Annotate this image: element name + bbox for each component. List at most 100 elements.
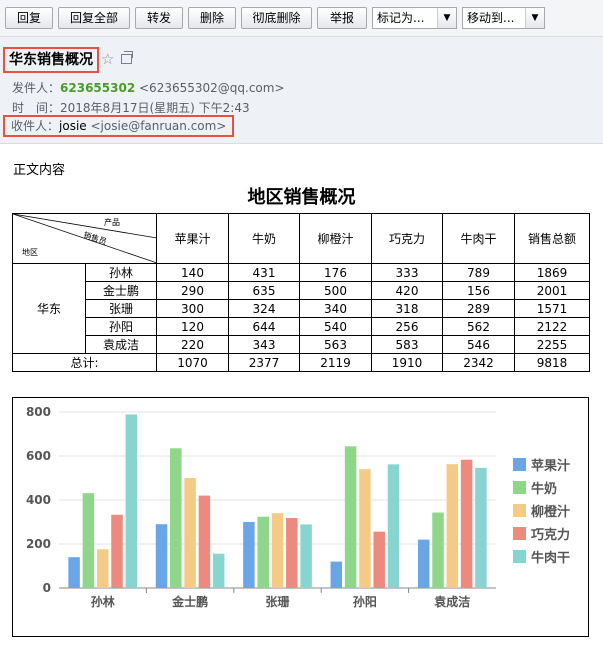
salesperson-cell: 张珊 [85,299,157,318]
salesperson-cell: 孙阳 [85,317,157,336]
legend-label: 苹果汁 [531,458,570,474]
sender-address: <623655302@qq.com> [139,81,285,95]
bar [359,469,371,588]
recipient-name[interactable]: josie [59,119,87,133]
chevron-down-icon: ▼ [437,8,456,28]
x-tick-label: 金士鹏 [171,594,208,609]
time-line: 时 间：2018年8月17日(星期五) 下午2:43 [12,100,250,116]
legend-label: 巧克力 [531,527,570,543]
bar [460,459,473,588]
legend-swatch [513,527,526,540]
move-to-select[interactable]: 移动到... ▼ [462,7,545,29]
toolbar: 回复 回复全部 转发 删除 彻底删除 举报 标记为... ▼ 移动到... ▼ [0,0,603,37]
legend-swatch [513,481,526,494]
recipient-address: <josie@fanruan.com> [90,119,227,133]
legend-swatch [513,458,526,471]
y-tick-label: 400 [26,493,51,507]
corner-region-label: 地区 [22,248,38,257]
y-tick-label: 200 [26,537,51,551]
total-cell: 2119 [299,353,372,372]
report-button[interactable]: 举报 [317,7,367,29]
sender-name[interactable]: 623655302 [60,81,135,95]
chevron-down-icon: ▼ [525,8,544,28]
x-tick-label: 袁成洁 [433,594,470,609]
table-cell: 156 [442,281,515,300]
table-cell: 563 [299,335,372,354]
bar [417,539,430,588]
bar [475,467,487,588]
column-header: 柳橙汁 [299,213,372,264]
total-cell: 9818 [514,353,590,372]
to-label: 收件人： [11,119,60,133]
table-cell: 540 [299,317,372,336]
total-cell: 1070 [156,353,229,372]
legend-label: 牛肉干 [531,550,570,566]
x-tick-label: 孙林 [91,594,115,609]
bar [111,514,123,588]
move-to-label: 移动到... [467,11,515,25]
popout-window-icon[interactable] [121,51,133,64]
x-tick-label: 孙阳 [353,594,377,609]
bar [286,518,298,588]
star-icon[interactable]: ☆ [101,50,114,68]
table-cell: 2255 [514,335,590,354]
legend-label: 柳橙汁 [531,504,570,520]
legend-label: 牛奶 [531,481,557,497]
bar [96,549,109,588]
bar [170,448,182,588]
column-header: 牛奶 [228,213,300,264]
from-label: 发件人： [12,81,61,95]
bar [387,464,400,588]
table-cell: 562 [442,317,515,336]
table-cell: 220 [156,335,229,354]
y-tick-label: 0 [43,581,51,595]
mark-as-select[interactable]: 标记为... ▼ [372,7,457,29]
table-cell: 324 [228,299,300,318]
bar [446,464,459,588]
total-cell: 2342 [442,353,515,372]
subject-highlight: 华东销售概况 [3,47,99,73]
table-cell: 300 [156,299,229,318]
delete-permanently-button[interactable]: 彻底删除 [241,7,312,29]
table-cell: 333 [371,263,443,282]
table-row: 张珊 300 324 340 318 289 1571 [13,299,590,318]
legend-swatch [513,550,526,563]
salesperson-cell: 袁成洁 [85,335,157,354]
table-cell: 176 [299,263,372,282]
table-corner-cell: 产品 销售员 地区 [12,213,157,264]
bar [198,495,211,588]
bar [125,414,138,588]
bar [212,553,225,588]
corner-product-label: 产品 [104,218,120,227]
table-cell: 289 [442,299,515,318]
sales-table: 产品 销售员 地区 苹果汁 牛奶 柳橙汁 巧克力 牛肉干 销售总额 华东 孙林 … [12,213,590,372]
column-header: 牛肉干 [442,213,515,264]
x-tick-label: 张珊 [265,594,289,609]
reply-button[interactable]: 回复 [5,7,53,29]
table-cell: 290 [156,281,229,300]
total-label: 总计: [12,353,157,372]
y-tick-label: 800 [26,405,51,419]
table-row: 金士鹏 290 635 500 420 156 2001 [13,281,590,300]
total-row: 总计: 1070 2377 2119 1910 2342 9818 [12,353,590,372]
table-cell: 1869 [514,263,590,282]
column-header: 巧克力 [371,213,443,264]
table-cell: 644 [228,317,300,336]
bar [257,516,269,588]
table-row: 孙阳 120 644 540 256 562 2122 [13,317,590,336]
table-cell: 120 [156,317,229,336]
bar [243,522,255,588]
column-header: 苹果汁 [156,213,229,264]
region-cell: 华东 [12,263,86,354]
delete-button[interactable]: 删除 [188,7,236,29]
table-cell: 583 [371,335,443,354]
bar [373,531,385,588]
table-row: 袁成洁 220 343 563 583 546 2255 [13,335,590,354]
table-cell: 140 [156,263,229,282]
reply-all-button[interactable]: 回复全部 [58,7,130,29]
bar [330,561,343,588]
time-value: 2018年8月17日(星期五) 下午2:43 [60,101,250,115]
bar-chart: 0 200 400 600 800 孙林 金士鹏 张珊 孙阳 袁成洁 苹果汁牛奶柳橙汁巧克力牛肉干 [26,405,570,609]
from-line: 发件人：623655302 <623655302@qq.com> [12,80,285,96]
forward-button[interactable]: 转发 [135,7,183,29]
